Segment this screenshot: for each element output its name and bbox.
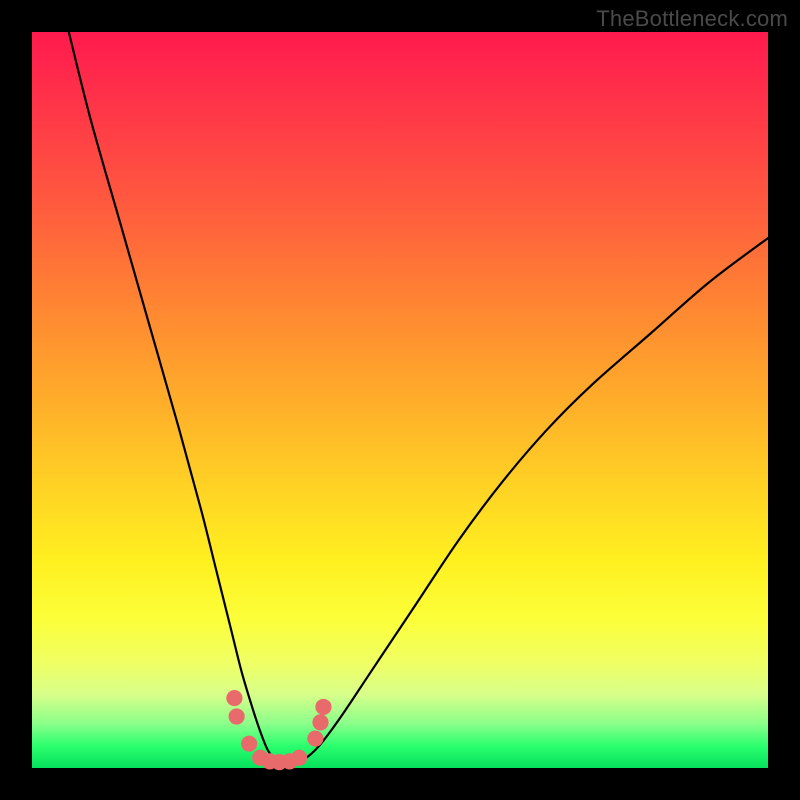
marker-layer [226, 690, 331, 770]
marker-dot [226, 690, 242, 706]
marker-dot [229, 708, 245, 724]
curve-layer [32, 32, 768, 768]
marker-dot [312, 714, 328, 730]
marker-dot [241, 736, 257, 752]
plot-area [32, 32, 768, 768]
watermark-text: TheBottleneck.com [596, 6, 788, 32]
marker-dot [291, 750, 307, 766]
bottleneck-curve [69, 32, 768, 764]
marker-dot [315, 699, 331, 715]
marker-dot [307, 730, 323, 746]
outer-frame: TheBottleneck.com [0, 0, 800, 800]
